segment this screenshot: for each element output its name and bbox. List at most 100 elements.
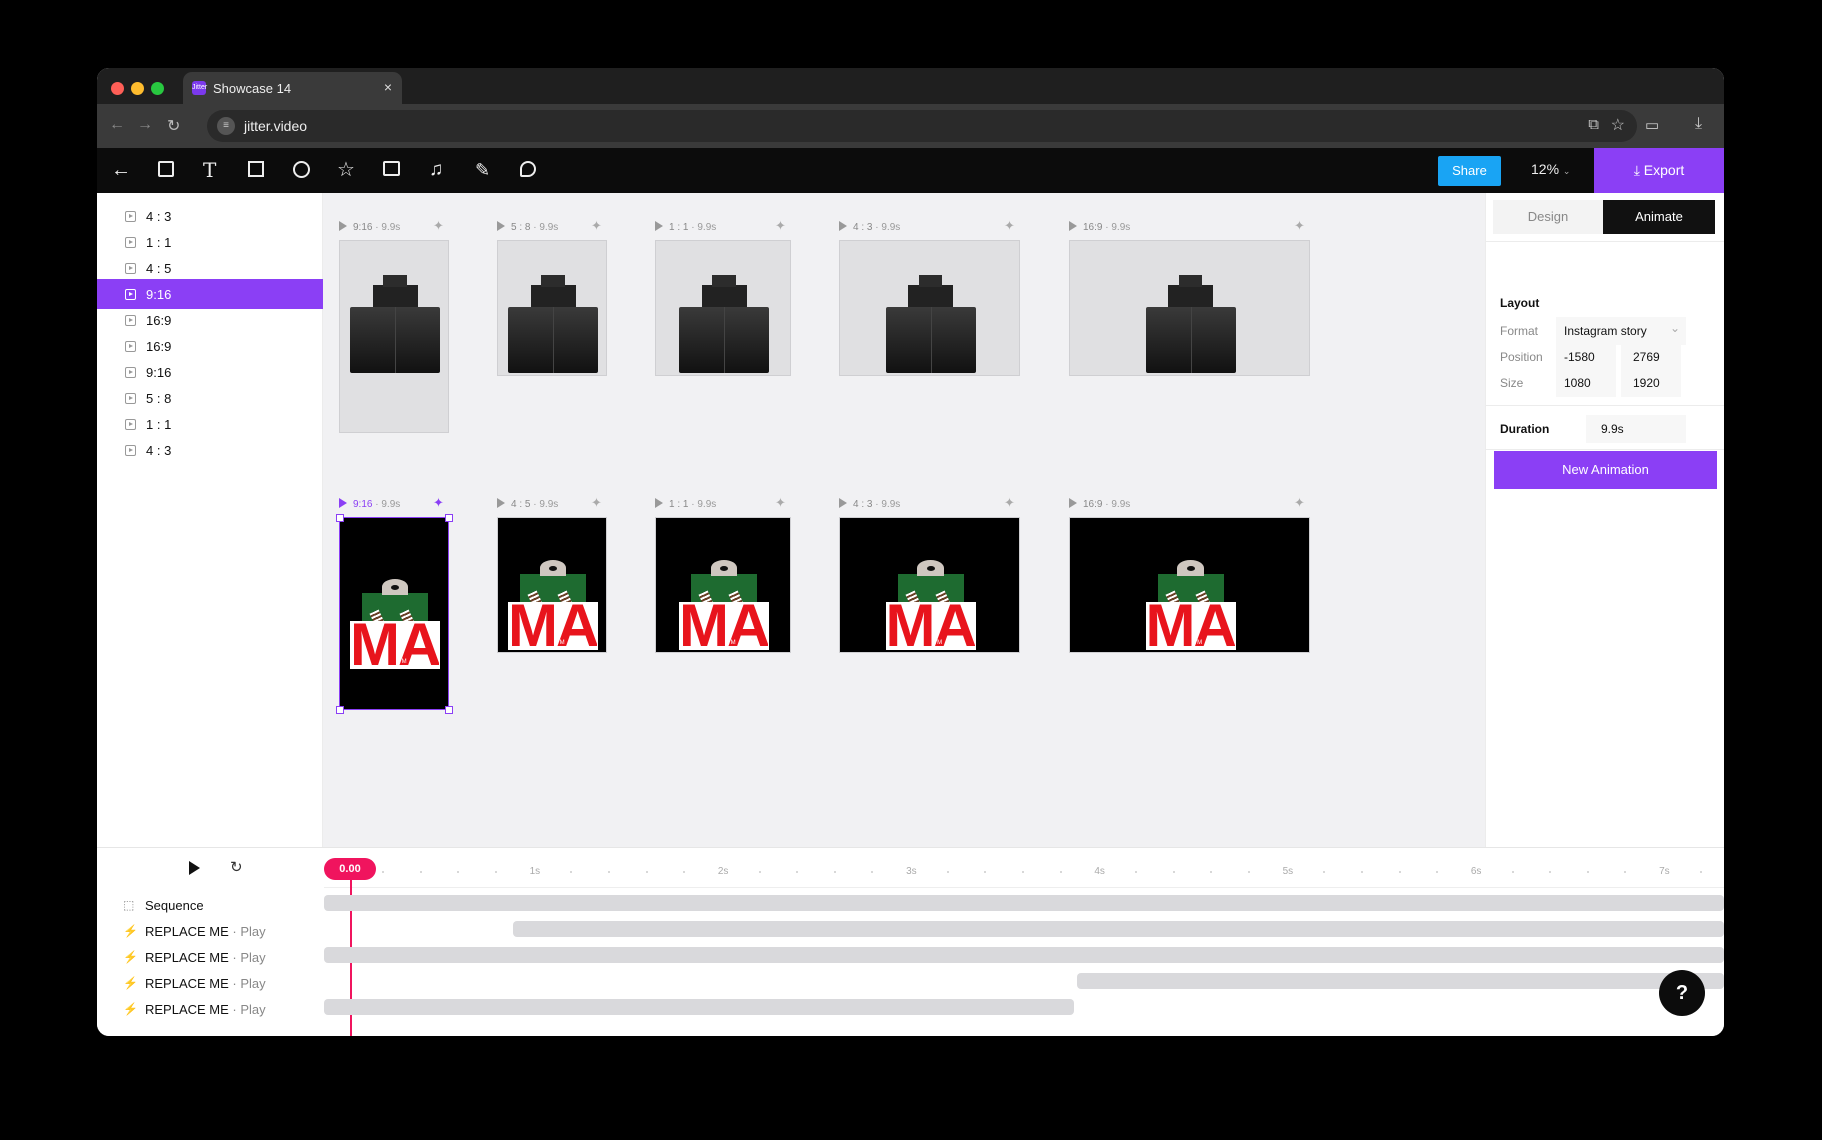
resize-handle[interactable] xyxy=(336,706,344,714)
frame-header[interactable]: 9:16 · 9.9s xyxy=(339,221,400,235)
play-icon[interactable] xyxy=(189,861,200,875)
timeline-row[interactable]: ⚡ REPLACE ME · Play xyxy=(97,996,324,1022)
bookmark-star-icon[interactable]: ☆ xyxy=(1611,115,1625,135)
resize-handle[interactable] xyxy=(336,514,344,522)
frame-preview[interactable]: MA TM xyxy=(1069,517,1310,653)
minimize-window-button[interactable] xyxy=(131,82,144,95)
close-tab-icon[interactable]: × xyxy=(384,79,392,95)
timeline-row[interactable]: ⚡ REPLACE ME · Play xyxy=(97,944,324,970)
url-field[interactable]: ≡ jitter.video ⧉ ☆ xyxy=(207,110,1637,142)
frame-preview[interactable]: MA TM xyxy=(839,517,1020,653)
sparkle-icon[interactable]: ✦ xyxy=(1294,218,1305,234)
frame-header[interactable]: 16:9 · 9.9s xyxy=(1069,498,1130,512)
sparkle-icon[interactable]: ✦ xyxy=(1294,495,1305,511)
ruler-tick: 3s xyxy=(906,866,917,877)
share-button[interactable]: Share xyxy=(1438,156,1501,186)
new-animation-button[interactable]: New Animation xyxy=(1494,451,1717,489)
frame-preview[interactable]: MA TM xyxy=(497,517,607,653)
frame-header[interactable]: 5 : 8 · 9.9s xyxy=(497,221,558,235)
play-icon[interactable] xyxy=(839,221,847,231)
rectangle-tool-icon[interactable] xyxy=(248,161,264,177)
timeline-row[interactable]: ⬚ Sequence xyxy=(97,892,324,918)
frame-header[interactable]: 1 : 1 · 9.9s xyxy=(655,498,716,512)
frame-icon xyxy=(125,237,136,248)
sparkle-icon[interactable]: ✦ xyxy=(591,218,602,234)
frame-ratio: 9:16 xyxy=(353,499,373,510)
maximize-window-button[interactable] xyxy=(151,82,164,95)
sparkle-icon[interactable]: ✦ xyxy=(433,495,444,511)
playhead-time[interactable]: 0.00 xyxy=(324,858,376,880)
artwork-tm: TM xyxy=(1193,640,1203,646)
play-icon[interactable] xyxy=(839,498,847,508)
frame-preview[interactable] xyxy=(339,240,449,433)
frame-preview[interactable] xyxy=(839,240,1020,376)
play-icon[interactable] xyxy=(339,221,347,231)
ellipse-tool-icon[interactable] xyxy=(293,161,310,178)
pen-tool-icon[interactable]: ✎ xyxy=(475,161,490,179)
layer-item[interactable]: 4 : 3 xyxy=(97,435,323,465)
canvas[interactable]: 9:16 · 9.9s ✦ 5 : 8 · 9.9s ✦ 1 : 1 · 9.9s ✦ 4 … xyxy=(323,193,1485,847)
frame-preview[interactable]: MA TM xyxy=(655,517,791,653)
frame-tool-icon[interactable] xyxy=(158,161,174,177)
timeline-bar[interactable] xyxy=(324,947,1724,963)
sparkle-icon[interactable]: ✦ xyxy=(775,218,786,234)
tab-design[interactable]: Design xyxy=(1493,200,1603,234)
sparkle-icon[interactable]: ✦ xyxy=(1004,218,1015,234)
frame-header[interactable]: 1 : 1 · 9.9s xyxy=(655,221,716,235)
frame-preview[interactable]: MA TM xyxy=(336,514,453,714)
star-tool-icon[interactable]: ☆ xyxy=(337,160,355,180)
timeline-row[interactable]: ⚡ REPLACE ME · Play xyxy=(97,918,324,944)
reading-list-icon[interactable]: ▭ xyxy=(1645,116,1659,134)
text-tool-icon[interactable]: T xyxy=(203,160,216,180)
play-icon[interactable] xyxy=(1069,221,1077,231)
browser-tab[interactable]: Jitter Showcase 14 × xyxy=(183,72,402,104)
timeline-row[interactable]: ⚡ REPLACE ME · Play xyxy=(97,970,324,996)
zoom-dropdown[interactable]: 12% ⌄ xyxy=(1531,161,1570,177)
frame-header[interactable]: 16:9 · 9.9s xyxy=(1069,221,1130,235)
sparkle-icon[interactable]: ✦ xyxy=(433,218,444,234)
timeline-ruler[interactable]: 1s 2s 3s 4s 5s 6s 7s xyxy=(324,848,1724,888)
play-icon[interactable] xyxy=(497,221,505,231)
frame-ratio: 4 : 3 xyxy=(853,499,873,510)
site-settings-icon[interactable]: ≡ xyxy=(217,117,235,135)
music-tool-icon[interactable]: ♫ xyxy=(429,160,443,179)
sparkle-icon[interactable]: ✦ xyxy=(775,495,786,511)
play-icon[interactable] xyxy=(497,498,505,508)
timeline-bar[interactable] xyxy=(324,999,1074,1015)
frame-preview[interactable] xyxy=(655,240,791,376)
ruler-dot xyxy=(607,871,610,873)
timeline-row-label: REPLACE ME · Play xyxy=(145,950,266,965)
timeline-bar[interactable] xyxy=(513,921,1724,937)
export-button[interactable]: ⤓ Export xyxy=(1594,148,1724,193)
loop-icon[interactable]: ↻ xyxy=(230,858,243,876)
tab-animate[interactable]: Animate xyxy=(1603,200,1715,234)
frame-header[interactable]: 4 : 5 · 9.9s xyxy=(497,498,558,512)
play-icon[interactable] xyxy=(1069,498,1077,508)
play-icon[interactable] xyxy=(655,498,663,508)
back-arrow-icon[interactable]: ← xyxy=(111,160,131,180)
image-tool-icon[interactable] xyxy=(383,161,400,176)
download-icon[interactable]: ⤓ xyxy=(1695,115,1702,133)
back-nav-icon[interactable]: ← xyxy=(109,116,125,134)
frame-header[interactable]: 9:16 · 9.9s xyxy=(339,498,400,512)
timeline-bar[interactable] xyxy=(324,895,1724,911)
play-icon[interactable] xyxy=(339,498,347,508)
reload-icon[interactable]: ↻ xyxy=(167,116,180,136)
sparkle-icon[interactable]: ✦ xyxy=(1004,495,1015,511)
artwork-top xyxy=(918,275,943,287)
play-icon[interactable] xyxy=(655,221,663,231)
resize-handle[interactable] xyxy=(445,706,453,714)
frame-header[interactable]: 4 : 3 · 9.9s xyxy=(839,221,900,235)
frame-preview[interactable] xyxy=(497,240,607,376)
frame-preview[interactable] xyxy=(1069,240,1310,376)
help-button[interactable]: ? xyxy=(1659,970,1705,1016)
resize-handle[interactable] xyxy=(445,514,453,522)
close-window-button[interactable] xyxy=(111,82,124,95)
timeline-bar[interactable] xyxy=(1077,973,1724,989)
forward-nav-icon[interactable]: → xyxy=(137,116,153,134)
install-app-icon[interactable]: ⧉ xyxy=(1588,116,1599,133)
comment-tool-icon[interactable] xyxy=(520,161,536,177)
artwork-image xyxy=(1145,275,1236,373)
frame-header[interactable]: 4 : 3 · 9.9s xyxy=(839,498,900,512)
sparkle-icon[interactable]: ✦ xyxy=(591,495,602,511)
